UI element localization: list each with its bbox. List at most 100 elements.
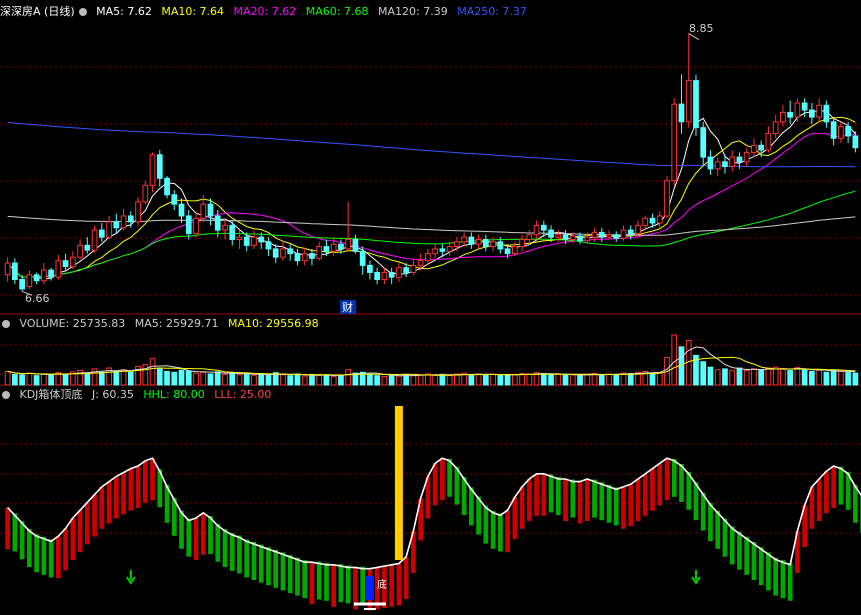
candle-body	[454, 241, 460, 248]
volume-bar	[185, 370, 192, 386]
volume-bar	[519, 373, 525, 386]
volume-bar	[809, 370, 815, 386]
kdj-bar	[63, 528, 68, 571]
kdj-bar	[12, 513, 18, 552]
candle-body	[664, 180, 670, 217]
volume-bar	[751, 368, 757, 386]
volume-bar	[156, 367, 163, 386]
candle-body	[714, 161, 721, 170]
volume-bar	[40, 373, 47, 386]
ma10-line	[7, 116, 856, 278]
candle-body	[193, 217, 199, 235]
volume-bar	[765, 367, 772, 386]
kdj-bar	[570, 479, 576, 518]
kdj-bar	[642, 473, 648, 516]
kdj-bar	[650, 468, 655, 511]
candle-body	[12, 262, 18, 281]
candle-body	[164, 177, 170, 196]
kdj-bar	[84, 502, 90, 545]
candle-body	[482, 239, 489, 248]
kdj-bar	[606, 484, 612, 523]
kdj-bar	[816, 479, 822, 521]
kdj-bar	[512, 497, 518, 540]
ma60-label: MA60: 7.68	[305, 5, 369, 18]
kdj-bar	[838, 466, 844, 505]
candle-body	[700, 127, 707, 158]
volume-bar	[323, 374, 330, 386]
candle-body	[787, 111, 794, 118]
toggle-icon[interactable]	[78, 8, 87, 16]
candle-body	[497, 241, 504, 250]
candle-body	[765, 133, 772, 151]
candle-body	[55, 260, 62, 278]
candle-body	[809, 109, 815, 118]
kdj-bar	[548, 474, 554, 513]
candle-body	[120, 215, 127, 229]
volume-bar	[381, 376, 388, 386]
kdj-bar	[99, 486, 105, 529]
volume-bar	[497, 375, 504, 386]
kdj-bar	[55, 536, 61, 579]
candle-body	[301, 253, 308, 262]
kdj-bar	[266, 547, 271, 586]
volume-bar	[193, 372, 199, 386]
kdj-bar	[780, 560, 786, 599]
candle-body	[823, 104, 830, 123]
candle-body	[84, 244, 91, 251]
kdj-bar	[331, 564, 337, 607]
candlesticks	[4, 33, 859, 296]
candle-body	[323, 246, 330, 252]
moving-average-lines	[7, 109, 856, 280]
kdj-bar	[106, 481, 112, 524]
kdj-bar	[244, 539, 250, 578]
kdj-bar	[432, 463, 438, 506]
volume-bar	[164, 370, 170, 386]
volume-bar	[475, 373, 482, 386]
kdj-bar	[664, 458, 670, 501]
kdj-bar	[613, 487, 619, 526]
candle-body	[642, 217, 649, 226]
bottom-marker-bar	[365, 576, 374, 600]
candle-body	[794, 102, 801, 118]
volume-bar	[309, 373, 315, 386]
volume-bar	[548, 374, 554, 386]
kdj-bar	[476, 496, 481, 535]
ma120-line	[7, 215, 856, 236]
kdj-bar	[338, 564, 344, 603]
volume-bar	[120, 369, 127, 386]
kdj-j-label: J: 60.35	[91, 388, 134, 401]
volume-bar	[48, 374, 54, 386]
candle-body	[649, 217, 656, 224]
kdj-bar	[251, 542, 257, 580]
volume-ma5-line	[7, 346, 856, 377]
volume-bar	[526, 373, 533, 386]
candle-body	[4, 262, 11, 276]
kdj-bar	[19, 521, 25, 560]
kdj-bar	[722, 518, 728, 557]
kdj-bar	[316, 561, 322, 600]
kdj-bar	[715, 510, 721, 549]
toggle-icon[interactable]	[2, 320, 10, 328]
kdj-bar	[679, 464, 684, 502]
volume-bar	[511, 373, 518, 386]
candle-body	[142, 184, 149, 203]
volume-bar	[4, 370, 11, 386]
low-price-label: 6.66	[25, 292, 50, 305]
volume-bar	[113, 370, 120, 386]
candle-body	[345, 239, 352, 250]
volume-bar	[772, 366, 779, 386]
candle-body	[316, 246, 323, 259]
candle-body	[620, 229, 627, 239]
kdj-bar	[345, 565, 351, 604]
chart-canvas[interactable]: 8.85 6.66 财 底	[0, 0, 861, 615]
volume-bar	[823, 371, 830, 386]
candle-body	[251, 236, 257, 246]
candle-body	[236, 236, 243, 241]
volume-bar	[606, 373, 612, 386]
toggle-icon[interactable]	[2, 391, 10, 399]
candle-body	[338, 243, 344, 250]
kdj-bar	[5, 507, 10, 550]
volume-bar	[338, 374, 344, 386]
kdj-bar	[92, 494, 97, 537]
kdj-bar	[599, 482, 605, 521]
